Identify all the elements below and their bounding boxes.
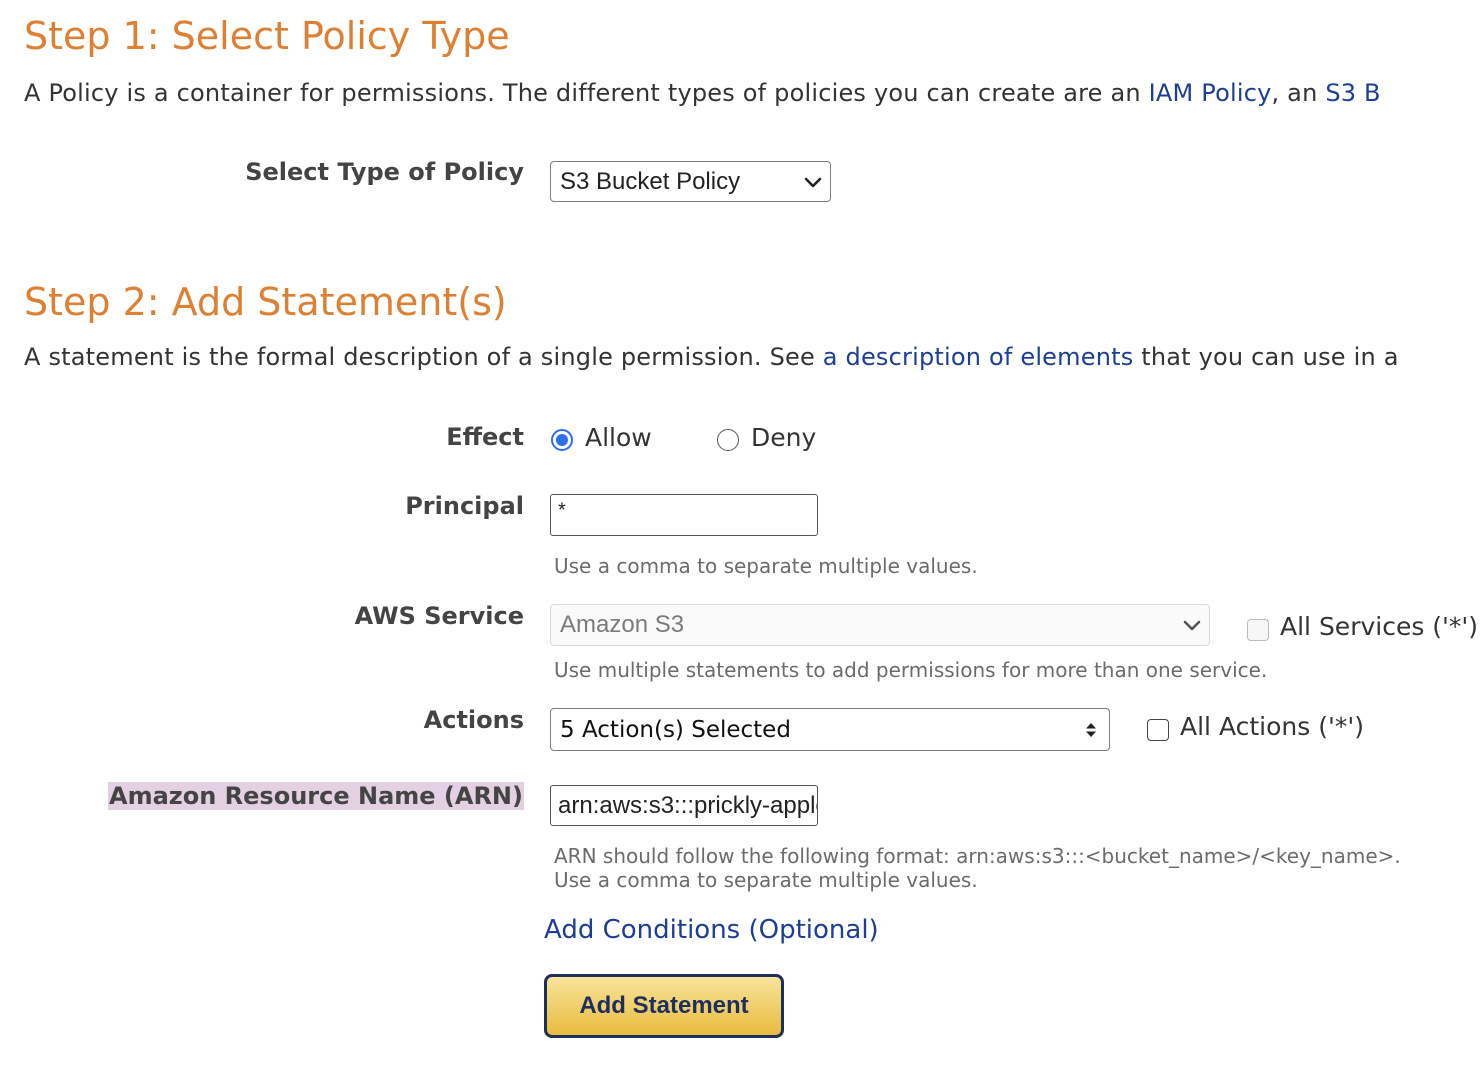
policy-type-label: Select Type of Policy — [245, 158, 524, 186]
step2-intro-text: A statement is the formal description of… — [24, 343, 823, 371]
step1-intro: A Policy is a container for permissions.… — [24, 79, 1381, 107]
step2-intro-suffix: that you can use in a — [1133, 343, 1399, 371]
arn-value: arn:aws:s3:::prickly-apples — [558, 791, 818, 819]
deny-label[interactable]: Deny — [751, 423, 816, 452]
chevron-down-icon — [1183, 620, 1201, 631]
principal-hint: Use a comma to separate multiple values. — [554, 554, 978, 578]
aws-service-value: Amazon S3 — [560, 611, 685, 638]
actions-label: Actions — [423, 706, 524, 734]
step2-title: Step 2: Add Statement(s) — [24, 280, 507, 324]
aws-service-hint: Use multiple statements to add permissio… — [554, 658, 1268, 682]
deny-radio[interactable] — [717, 429, 739, 451]
arn-hint-comma: Use a comma to separate multiple values. — [554, 868, 978, 892]
chevron-down-icon — [804, 177, 822, 187]
all-actions-label[interactable]: All Actions ('*') — [1180, 712, 1364, 741]
aws-service-label: AWS Service — [354, 602, 524, 630]
policy-generator-page: Step 1: Select Policy Type A Policy is a… — [0, 0, 1482, 1070]
actions-value: 5 Action(s) Selected — [560, 716, 791, 743]
principal-label: Principal — [405, 492, 524, 520]
arn-label: Amazon Resource Name (ARN) — [108, 782, 524, 810]
principal-input[interactable]: * — [550, 494, 818, 536]
policy-type-value: S3 Bucket Policy — [560, 167, 741, 195]
add-conditions-link[interactable]: Add Conditions (Optional) — [544, 915, 879, 945]
iam-policy-link[interactable]: IAM Policy — [1149, 79, 1272, 107]
allow-label[interactable]: Allow — [585, 423, 652, 452]
allow-radio[interactable] — [551, 429, 573, 451]
updown-arrows-icon — [1086, 722, 1096, 737]
all-actions-checkbox[interactable] — [1147, 719, 1169, 741]
step1-intro-text: A Policy is a container for permissions.… — [24, 79, 1149, 107]
radio-selected-dot — [556, 434, 568, 446]
all-services-checkbox — [1247, 619, 1269, 641]
effect-label: Effect — [446, 423, 524, 451]
step2-intro: A statement is the formal description of… — [24, 343, 1399, 371]
arn-hint-format: ARN should follow the following format: … — [554, 844, 1401, 868]
step1-intro-mid: , an — [1271, 79, 1326, 107]
description-of-elements-link[interactable]: a description of elements — [823, 343, 1134, 371]
step1-title: Step 1: Select Policy Type — [24, 14, 510, 58]
aws-service-select: Amazon S3 — [550, 604, 1210, 646]
s3-bucket-policy-link[interactable]: S3 B — [1325, 79, 1380, 107]
all-services-label: All Services ('*') — [1280, 612, 1479, 641]
actions-select[interactable]: 5 Action(s) Selected — [550, 708, 1110, 751]
add-statement-button[interactable]: Add Statement — [544, 974, 784, 1038]
policy-type-select[interactable]: S3 Bucket Policy — [550, 161, 831, 202]
principal-value: * — [558, 499, 566, 522]
arn-input[interactable]: arn:aws:s3:::prickly-apples — [550, 785, 818, 826]
